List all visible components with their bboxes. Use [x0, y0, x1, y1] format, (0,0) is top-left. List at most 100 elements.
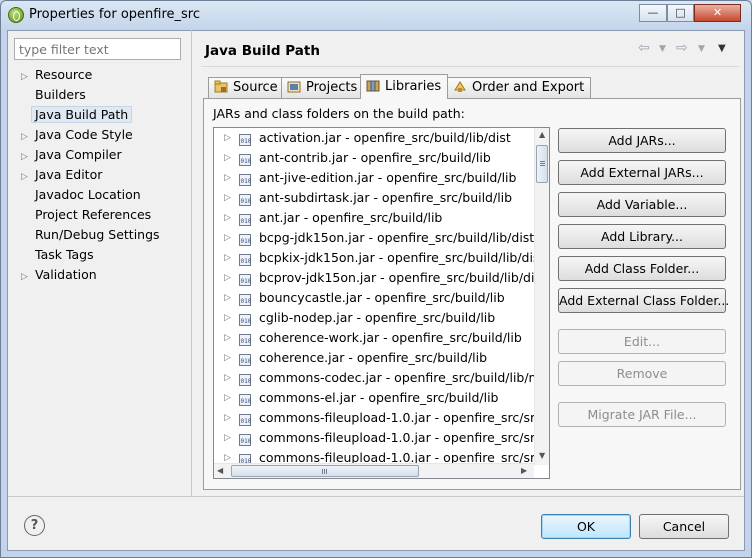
list-item[interactable]: ▷ 010 ant-jive-edition.jar - openfire_src/… [214, 168, 536, 188]
tab-libraries[interactable]: Libraries [360, 74, 449, 99]
list-item[interactable]: ▷ 010 cglib-nodep.jar - openfire_src/build… [214, 308, 536, 328]
expand-arrow-icon[interactable]: ▷ [224, 208, 231, 228]
sidebar-item-java-editor[interactable]: ▷ Java Editor [21, 165, 102, 185]
forward-arrow-icon[interactable]: ⇨ [676, 40, 688, 56]
expand-arrow-icon[interactable]: ▷ [21, 127, 35, 147]
expand-arrow-icon[interactable]: ▷ [21, 147, 35, 167]
libraries-icon [366, 77, 380, 92]
add-library-button[interactable]: Add Library... [558, 224, 726, 249]
sidebar-item-label: Builders [35, 87, 86, 102]
jar-file-icon: 010 [239, 312, 252, 326]
minimize-button[interactable]: — [639, 4, 667, 22]
help-icon[interactable]: ? [24, 515, 45, 536]
scroll-right-arrow-icon[interactable]: ▶ [521, 466, 527, 475]
expand-arrow-icon[interactable]: ▷ [224, 248, 231, 268]
list-item[interactable]: ▷ 010 ant-subdirtask.jar - openfire_src/bu… [214, 188, 536, 208]
jar-entry-label: ant.jar - openfire_src/build/lib [259, 210, 443, 225]
add-jars-button[interactable]: Add JARs... [558, 128, 726, 153]
expand-arrow-icon[interactable]: ▷ [21, 267, 35, 287]
jar-entry-label: commons-el.jar - openfire_src/build/lib [259, 390, 499, 405]
sidebar-item-label: Java Build Path [31, 106, 133, 123]
scroll-down-arrow-icon[interactable]: ▼ [539, 451, 545, 460]
tab-projects[interactable]: Projects [281, 77, 365, 98]
jar-file-icon: 010 [239, 172, 252, 186]
sidebar-item-resource[interactable]: ▷ Resource [21, 65, 92, 85]
ok-button[interactable]: OK [541, 514, 631, 539]
list-item[interactable]: ▷ 010 commons-el.jar - openfire_src/build/… [214, 388, 536, 408]
list-item[interactable]: ▷ 010 commons-fileupload-1.0.jar - openfir… [214, 428, 536, 448]
remove-button[interactable]: Remove [558, 361, 726, 386]
tab-source[interactable]: Source [208, 77, 285, 98]
expand-arrow-icon[interactable]: ▷ [224, 388, 231, 408]
sidebar-item-validation[interactable]: ▷ Validation [21, 265, 97, 285]
sidebar-item-java-build-path[interactable]: Java Build Path [21, 105, 133, 125]
add-class-folder-button[interactable]: Add Class Folder... [558, 256, 726, 281]
tab-order-export[interactable]: Order and Export [447, 77, 592, 98]
sidebar-item-java-compiler[interactable]: ▷ Java Compiler [21, 145, 122, 165]
expand-arrow-icon[interactable]: ▷ [224, 148, 231, 168]
sidebar-item-run-debug-settings[interactable]: Run/Debug Settings [21, 225, 160, 245]
list-item[interactable]: ▷ 010 coherence-work.jar - openfire_src/bu… [214, 328, 536, 348]
jar-file-icon: 010 [239, 192, 252, 206]
svg-text:010: 010 [241, 218, 252, 225]
filter-input-box[interactable] [14, 38, 181, 60]
expand-arrow-icon[interactable]: ▷ [21, 167, 35, 187]
eclipse-app-icon [8, 7, 24, 23]
sidebar-item-javadoc-location[interactable]: Javadoc Location [21, 185, 141, 205]
title-bar[interactable]: Properties for openfire_src — □ ✕ [0, 0, 752, 30]
migrate-jar-file-button[interactable]: Migrate JAR File... [558, 402, 726, 427]
forward-menu-chevron-icon[interactable]: ▼ [698, 44, 705, 54]
list-item[interactable]: ▷ 010 commons-fileupload-1.0.jar - openfir… [214, 408, 536, 428]
cancel-button[interactable]: Cancel [639, 514, 729, 539]
add-external-class-folder-button[interactable]: Add External Class Folder... [558, 288, 729, 313]
list-item[interactable]: ▷ 010 ant-contrib.jar - openfire_src/build… [214, 148, 536, 168]
vertical-scrollbar[interactable]: ▲ ▼ [534, 128, 549, 465]
maximize-button[interactable]: □ [667, 4, 694, 22]
expand-arrow-icon[interactable]: ▷ [224, 428, 231, 448]
add-external-jars-button[interactable]: Add External JARs... [558, 160, 726, 185]
filter-input[interactable] [15, 39, 180, 59]
jar-list[interactable]: ▷ 010 activation.jar - openfire_src/build/… [213, 127, 550, 479]
back-menu-chevron-icon[interactable]: ▼ [659, 44, 666, 54]
scroll-up-arrow-icon[interactable]: ▲ [539, 130, 545, 139]
expand-arrow-icon[interactable]: ▷ [224, 168, 231, 188]
expand-arrow-icon[interactable]: ▷ [224, 308, 231, 328]
pane-divider[interactable] [191, 30, 192, 496]
jar-file-icon: 010 [239, 132, 252, 146]
jar-entry-label: bcprov-jdk15on.jar - openfire_src/build/… [259, 270, 536, 285]
sidebar-item-builders[interactable]: Builders [21, 85, 86, 105]
expand-arrow-icon[interactable]: ▷ [224, 268, 231, 288]
expand-arrow-icon[interactable]: ▷ [224, 408, 231, 428]
close-button[interactable]: ✕ [694, 4, 741, 22]
expand-arrow-icon[interactable]: ▷ [224, 288, 231, 308]
expand-arrow-icon[interactable]: ▷ [224, 228, 231, 248]
list-item[interactable]: ▷ 010 coherence.jar - openfire_src/build/l… [214, 348, 536, 368]
edit-button[interactable]: Edit... [558, 329, 726, 354]
back-arrow-icon[interactable]: ⇦ [638, 40, 650, 56]
projects-icon [287, 80, 301, 93]
add-variable-button[interactable]: Add Variable... [558, 192, 726, 217]
sidebar-item-task-tags[interactable]: Task Tags [21, 245, 94, 265]
expand-arrow-icon[interactable]: ▷ [224, 368, 231, 388]
expand-arrow-icon[interactable]: ▷ [224, 328, 231, 348]
expand-arrow-icon[interactable]: ▷ [224, 128, 231, 148]
view-menu-icon[interactable]: ▼ [718, 43, 726, 54]
sidebar-item-project-references[interactable]: Project References [21, 205, 151, 225]
horizontal-scrollbar[interactable]: ◀ ▶ [214, 463, 534, 478]
list-item[interactable]: ▷ 010 ant.jar - openfire_src/build/lib [214, 208, 536, 228]
sidebar-item-java-code-style[interactable]: ▷ Java Code Style [21, 125, 133, 145]
horizontal-scroll-thumb[interactable] [231, 465, 419, 477]
list-item[interactable]: ▷ 010 bcpg-jdk15on.jar - openfire_src/buil… [214, 228, 536, 248]
list-item[interactable]: ▷ 010 commons-codec.jar - openfire_src/bui… [214, 368, 536, 388]
expand-arrow-icon[interactable]: ▷ [224, 348, 231, 368]
sidebar-item-label: Resource [35, 67, 93, 82]
list-item[interactable]: ▷ 010 bcpkix-jdk15on.jar - openfire_src/bu… [214, 248, 536, 268]
list-item[interactable]: ▷ 010 bcprov-jdk15on.jar - openfire_src/bu… [214, 268, 536, 288]
list-item[interactable]: ▷ 010 bouncycastle.jar - openfire_src/buil… [214, 288, 536, 308]
scroll-left-arrow-icon[interactable]: ◀ [217, 466, 223, 475]
jar-file-icon: 010 [239, 332, 252, 346]
vertical-scroll-thumb[interactable] [536, 145, 548, 183]
list-item[interactable]: ▷ 010 activation.jar - openfire_src/build/… [214, 128, 536, 148]
expand-arrow-icon[interactable]: ▷ [224, 188, 231, 208]
expand-arrow-icon[interactable]: ▷ [21, 67, 35, 87]
